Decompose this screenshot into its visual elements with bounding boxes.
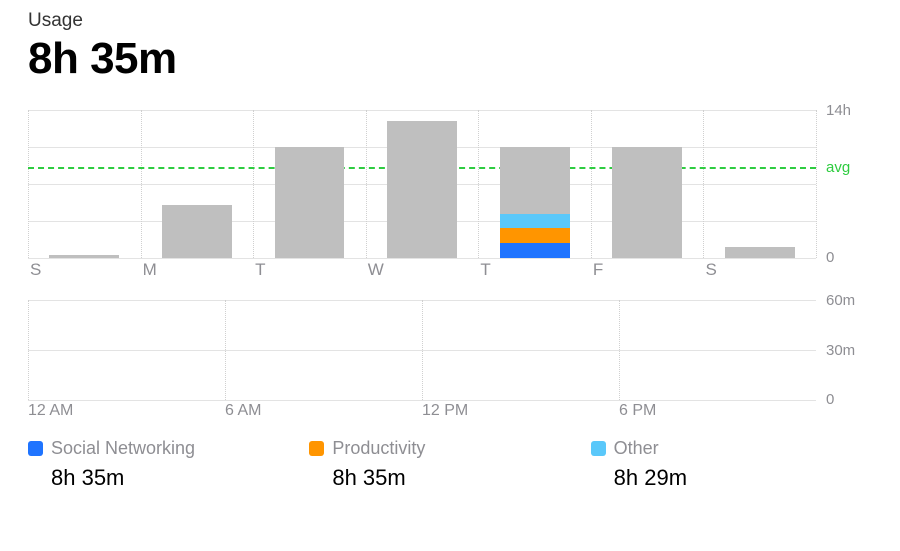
weekly-ytick-bottom: 0 <box>826 249 834 266</box>
weekly-xtick: M <box>141 260 254 280</box>
weekly-avg-label: avg <box>826 159 850 176</box>
weekly-xtick: F <box>591 260 704 280</box>
legend-value: 8h 29m <box>614 465 872 491</box>
weekly-chart: 14h avg 0 <box>28 110 872 258</box>
legend-name: Social Networking <box>51 438 195 459</box>
weekly-xtick: W <box>366 260 479 280</box>
hourly-ytick-mid: 30m <box>826 342 855 359</box>
hourly-ytick-top: 60m <box>826 292 855 309</box>
weekly-bar[interactable] <box>141 110 254 258</box>
weekly-bar[interactable] <box>253 110 366 258</box>
weekly-bar[interactable] <box>478 110 591 258</box>
weekly-xtick: S <box>703 260 816 280</box>
legend-item[interactable]: Other 8h 29m <box>591 438 872 491</box>
legend-value: 8h 35m <box>332 465 590 491</box>
weekly-x-axis: SMTWTFS <box>28 260 816 280</box>
legend: Social Networking 8h 35m Productivity 8h 35… <box>28 438 872 491</box>
hourly-x-axis: 12 AM6 AM12 PM6 PM <box>28 402 816 420</box>
legend-value: 8h 35m <box>51 465 309 491</box>
weekly-chart-plot <box>28 110 816 258</box>
usage-label: Usage <box>28 10 872 32</box>
weekly-xtick: T <box>478 260 591 280</box>
hourly-xtick: 12 PM <box>422 402 619 420</box>
hourly-xtick: 6 PM <box>619 402 816 420</box>
hourly-chart-plot <box>28 300 816 400</box>
legend-name: Other <box>614 438 659 459</box>
legend-swatch <box>309 441 324 456</box>
hourly-chart: 60m 30m 0 <box>28 300 872 400</box>
weekly-bar[interactable] <box>366 110 479 258</box>
weekly-bar[interactable] <box>591 110 704 258</box>
legend-name: Productivity <box>332 438 425 459</box>
hourly-xtick: 12 AM <box>28 402 225 420</box>
weekly-xtick: S <box>28 260 141 280</box>
hourly-xtick: 6 AM <box>225 402 422 420</box>
weekly-bar[interactable] <box>703 110 816 258</box>
weekly-bar[interactable] <box>28 110 141 258</box>
weekly-ytick-top: 14h <box>826 102 851 119</box>
weekly-xtick: T <box>253 260 366 280</box>
legend-item[interactable]: Productivity 8h 35m <box>309 438 590 491</box>
hourly-ytick-bottom: 0 <box>826 391 834 408</box>
legend-swatch <box>591 441 606 456</box>
legend-item[interactable]: Social Networking 8h 35m <box>28 438 309 491</box>
legend-swatch <box>28 441 43 456</box>
usage-total: 8h 35m <box>28 34 872 84</box>
